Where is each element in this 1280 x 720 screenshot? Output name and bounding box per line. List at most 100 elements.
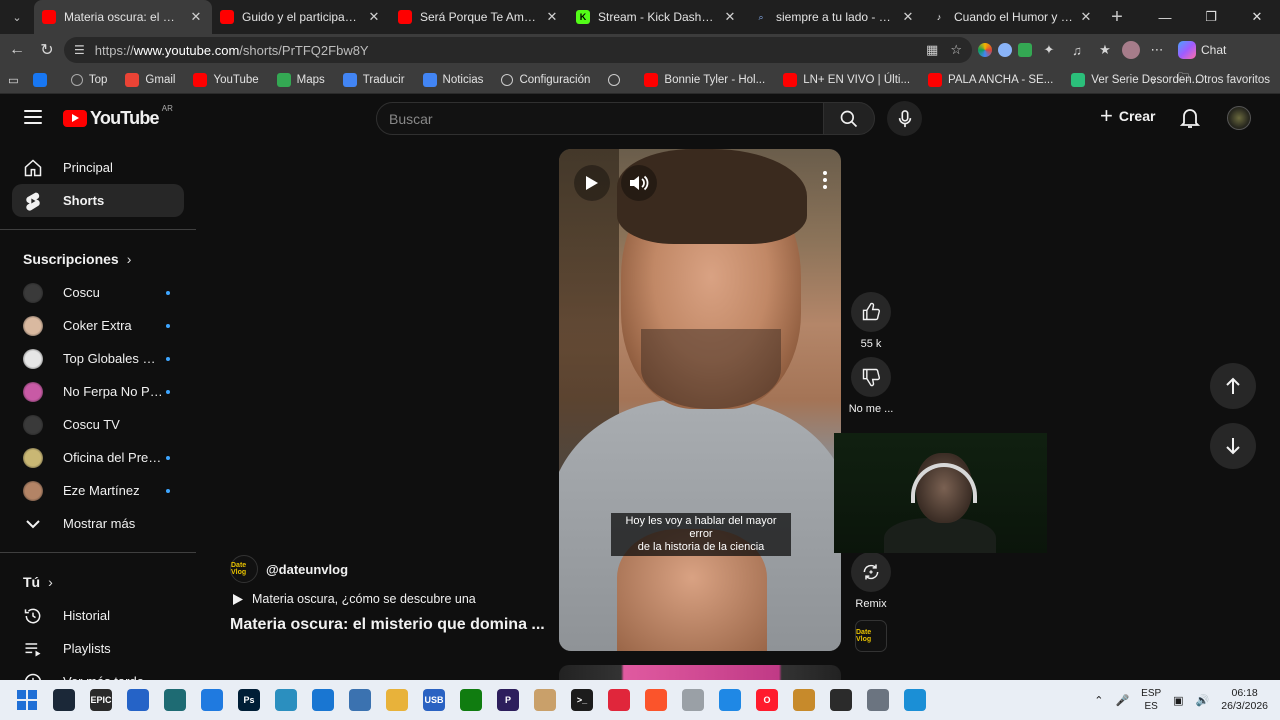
bookmark-item[interactable]: Top <box>70 73 107 87</box>
maximize-icon[interactable]: ❐ <box>1188 0 1234 34</box>
search-button[interactable] <box>823 102 875 135</box>
windows-start-icon[interactable] <box>16 689 38 711</box>
short-video-player[interactable]: Hoy les voy a hablar del mayor error de … <box>559 149 841 651</box>
hamburger-menu-icon[interactable] <box>24 110 42 124</box>
obs-icon[interactable] <box>830 689 852 711</box>
bookmark-item[interactable]: Maps <box>276 72 325 87</box>
reload-icon[interactable]: ↻ <box>32 35 62 65</box>
short-title[interactable]: Materia oscura: el misterio que domina .… <box>230 616 545 634</box>
previous-short-button[interactable] <box>1210 363 1256 409</box>
account-avatar[interactable] <box>1227 106 1251 130</box>
microphone-tray-icon[interactable]: 🎤 <box>1115 694 1129 707</box>
extension-badge-icon[interactable] <box>1018 43 1032 57</box>
subscription-item[interactable]: No Ferpa No Party <box>12 375 184 408</box>
youtube-logo[interactable]: YouTube AR <box>63 104 173 129</box>
sidebar-item-principal[interactable]: Principal <box>12 151 184 184</box>
bookmark-item[interactable]: Noticias <box>422 72 483 87</box>
address-bar[interactable]: ☰ https://www.youtube.com/shorts/PrTFQ2F… <box>64 37 972 63</box>
short-channel[interactable]: Date Vlog @dateunvlog <box>230 555 348 583</box>
subscription-item[interactable]: Oficina del Presi... <box>12 441 184 474</box>
network-icon[interactable] <box>275 689 297 711</box>
subscription-item[interactable]: Coscu <box>12 276 184 309</box>
input-language[interactable]: ESP ES <box>1141 687 1161 713</box>
browser-tab[interactable]: Será Porque Te Amo - YouTu ✕ <box>390 0 568 34</box>
close-tab-icon[interactable]: ✕ <box>188 9 204 25</box>
voice-search-button[interactable] <box>887 101 922 136</box>
app-icon[interactable] <box>164 689 186 711</box>
back-icon[interactable]: ← <box>2 35 32 65</box>
volume-button[interactable] <box>621 165 657 201</box>
channel-avatar[interactable]: Date Vlog <box>230 555 258 583</box>
minimize-icon[interactable]: — <box>1142 0 1188 34</box>
next-short-button[interactable] <box>1210 423 1256 469</box>
like-button[interactable] <box>851 292 891 332</box>
opera-gx-icon[interactable] <box>608 689 630 711</box>
bookmark-item[interactable]: PALA ANCHA - SE... <box>928 72 1053 87</box>
bookmark-item[interactable]: Bonnie Tyler - Hol... <box>644 72 765 87</box>
steam-icon[interactable] <box>53 689 75 711</box>
bookmark-item[interactable]: YouTube <box>193 72 259 87</box>
extension-lens-icon[interactable] <box>998 43 1012 57</box>
game-icon[interactable] <box>793 689 815 711</box>
bookmark-item[interactable]: LN+ EN VIVO | Últi... <box>783 72 910 87</box>
close-tab-icon[interactable]: ✕ <box>900 9 916 25</box>
other-favorites[interactable]: 🗀 Otros favoritos <box>1178 70 1270 89</box>
subscription-item[interactable]: Coker Extra <box>12 309 184 342</box>
subscriptions-heading[interactable]: Suscripciones › <box>0 242 196 276</box>
dislike-action[interactable]: No me ... <box>849 357 893 415</box>
bookmark-item[interactable]: Gmail <box>125 72 175 87</box>
settings-icon[interactable] <box>867 689 889 711</box>
sidebar-item-watch-later[interactable]: Ver más tarde <box>12 665 184 680</box>
bookmark-star-icon[interactable]: ☆ <box>950 42 962 58</box>
show-more-button[interactable]: Mostrar más <box>12 507 184 540</box>
edge-icon[interactable] <box>904 689 926 711</box>
extensions-puzzle-icon[interactable]: ✦ <box>1038 39 1060 61</box>
browser-tab[interactable]: ♪ Cuando el Humor y las Mater ✕ <box>924 0 1102 34</box>
show-hidden-icons-icon[interactable]: ⌃ <box>1094 694 1103 707</box>
clock[interactable]: 06:18 26/3/2026 <box>1221 687 1268 713</box>
copilot-chat-button[interactable]: Chat <box>1178 41 1226 59</box>
short-sound[interactable]: Materia oscura, ¿cómo se descubre una <box>232 592 476 606</box>
play-button[interactable] <box>574 165 610 201</box>
new-tab-button[interactable]: + <box>1102 6 1132 29</box>
subscription-item[interactable]: Coscu TV <box>12 408 184 441</box>
speaker-tray-icon[interactable]: 🔊 <box>1196 694 1210 707</box>
network-tray-icon[interactable]: ▣ <box>1173 694 1183 707</box>
python-icon[interactable] <box>349 689 371 711</box>
like-action[interactable]: 55 k <box>851 292 891 350</box>
close-tab-icon[interactable]: ✕ <box>366 9 382 25</box>
more-options-icon[interactable] <box>823 171 827 189</box>
store-icon[interactable] <box>127 689 149 711</box>
browser-tab[interactable]: ⌕ siempre a tu lado - Búsqueda ✕ <box>746 0 924 34</box>
you-heading[interactable]: Tú › <box>0 565 196 599</box>
close-tab-icon[interactable]: ✕ <box>1078 9 1094 25</box>
reading-list-icon[interactable]: ♫ <box>1066 39 1088 61</box>
channel-handle[interactable]: @dateunvlog <box>266 562 348 577</box>
browser-tab[interactable]: K Stream - Kick Dashboard ✕ <box>568 0 746 34</box>
bookmark-item[interactable]: Configuración <box>501 73 590 87</box>
bookmark-item[interactable] <box>608 73 626 87</box>
extension-color-icon[interactable] <box>978 43 992 57</box>
close-tab-icon[interactable]: ✕ <box>544 9 560 25</box>
browser-tab[interactable]: Guido y el participante que e ✕ <box>212 0 390 34</box>
tab-search-chevron-icon[interactable]: ⌄ <box>0 0 34 34</box>
bookmark-item[interactable]: Traducir <box>342 72 405 87</box>
subscription-item[interactable]: Eze Martínez <box>12 474 184 507</box>
remix-button[interactable] <box>851 552 891 592</box>
sound-channel-thumbnail[interactable]: Date Vlog <box>855 620 887 652</box>
bookmark-item[interactable] <box>32 72 53 87</box>
usb-util-icon[interactable]: USB <box>423 689 445 711</box>
sidebar-item-history[interactable]: Historial <box>12 599 184 632</box>
epic-games-icon[interactable]: EPIC <box>90 689 112 711</box>
tool-icon[interactable] <box>534 689 556 711</box>
terminal-icon[interactable]: >_ <box>571 689 593 711</box>
site-info-icon[interactable]: ☰ <box>74 43 85 57</box>
sidebar-item-playlists[interactable]: Playlists <box>12 632 184 665</box>
folder-icon[interactable] <box>386 689 408 711</box>
notifications-button[interactable] <box>1179 107 1201 134</box>
close-tab-icon[interactable]: ✕ <box>722 9 738 25</box>
subscription-item[interactable]: Top Globales Ext... <box>12 342 184 375</box>
discord-icon[interactable] <box>682 689 704 711</box>
browser-tab[interactable]: Materia oscura: el misterio qu ✕ <box>34 0 212 34</box>
xbox-icon[interactable] <box>460 689 482 711</box>
